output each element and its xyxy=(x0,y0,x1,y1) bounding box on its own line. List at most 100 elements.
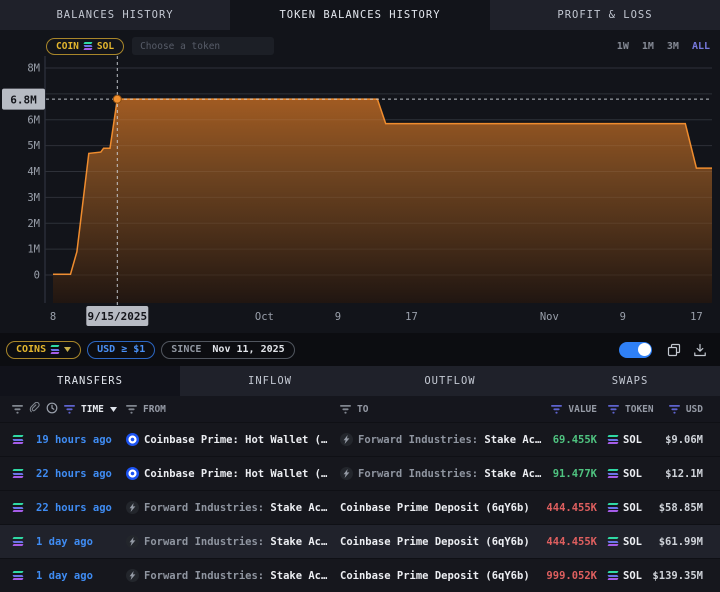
range-1m[interactable]: 1M xyxy=(642,41,654,52)
coinbase-icon xyxy=(126,467,139,480)
to-cell[interactable]: Forward Industries: Stake Ac… xyxy=(340,467,544,480)
balance-area-fill xyxy=(53,99,712,303)
sort-caret-icon xyxy=(110,404,117,415)
range-all[interactable]: ALL xyxy=(692,41,710,52)
time-range-selector: 1W 1M 3M ALL xyxy=(617,41,710,52)
range-3m[interactable]: 3M xyxy=(667,41,679,52)
y-tick-label: 5M xyxy=(27,140,40,152)
tab-profit-loss[interactable]: PROFIT & LOSS xyxy=(490,0,720,30)
since-filter-pill[interactable]: SINCE Nov 11, 2025 xyxy=(161,341,294,359)
sol-chain-icon xyxy=(0,571,36,580)
entity-name[interactable]: Coinbase Prime Deposit (6qY6b) xyxy=(340,570,530,582)
token-cell[interactable]: SOL xyxy=(600,434,650,446)
copy-icon[interactable] xyxy=(664,343,684,357)
table-header: TIME FROM TO VALUE TOKEN USD xyxy=(0,396,720,422)
range-1w[interactable]: 1W xyxy=(617,41,629,52)
time-filter-funnel-icon[interactable] xyxy=(64,405,75,414)
entity-name[interactable]: Coinbase Prime: Hot Wallet (… xyxy=(144,468,327,480)
download-icon[interactable] xyxy=(690,343,710,357)
from-cell[interactable]: Forward Industries: Stake Ac… xyxy=(126,569,340,582)
filter-funnel-icon[interactable] xyxy=(12,405,23,414)
time-link[interactable]: 1 day ago xyxy=(36,570,93,582)
forward-industries-icon xyxy=(340,467,353,480)
usd-amount: $61.99M xyxy=(659,536,703,548)
transfer-row[interactable]: 1 day ago Forward Industries: Stake Ac… … xyxy=(0,524,720,558)
svg-text:9/15/2025: 9/15/2025 xyxy=(87,310,147,323)
table-tab-inflow[interactable]: INFLOW xyxy=(180,366,360,396)
from-cell[interactable]: Forward Industries: Stake Ac… xyxy=(126,501,340,514)
coins-filter-pill[interactable]: COINS xyxy=(6,341,81,359)
sol-token-icon xyxy=(608,469,618,478)
col-header-from: FROM xyxy=(143,404,166,415)
entity-name[interactable]: Coinbase Prime: Hot Wallet (… xyxy=(144,434,327,446)
to-cell[interactable]: Coinbase Prime Deposit (6qY6b) xyxy=(340,570,544,582)
token-balance-chart[interactable]: 01M2M3M4M5M6M7M8M8Oct917Nov917 6.8M 9/15… xyxy=(0,56,720,333)
from-cell[interactable]: Coinbase Prime: Hot Wallet (… xyxy=(126,433,340,446)
entity-name[interactable]: Coinbase Prime Deposit (6qY6b) xyxy=(340,536,530,548)
tab-balances-history[interactable]: BALANCES HISTORY xyxy=(0,0,230,30)
x-tick-label: 8 xyxy=(50,311,56,323)
arkham-token-dashboard: BALANCES HISTORYTOKEN BALANCES HISTORYPR… xyxy=(0,0,720,592)
x-tick-label: 9 xyxy=(620,311,626,323)
transfer-row[interactable]: 22 hours ago Coinbase Prime: Hot Wallet … xyxy=(0,456,720,490)
usd-filter-pill[interactable]: USD ≥ $1 xyxy=(87,341,155,359)
token-cell[interactable]: SOL xyxy=(600,570,650,582)
transfer-row[interactable]: 22 hours ago Forward Industries: Stake A… xyxy=(0,490,720,524)
x-tick-label: 9 xyxy=(335,311,341,323)
table-tab-outflow[interactable]: OUTFLOW xyxy=(360,366,540,396)
coin-filter-pill[interactable]: COIN SOL xyxy=(46,38,124,55)
value-amount: 444.455K xyxy=(546,502,597,514)
view-tabbar: BALANCES HISTORYTOKEN BALANCES HISTORYPR… xyxy=(0,0,720,30)
usd-pill-label: USD ≥ $1 xyxy=(97,344,145,355)
entity-name[interactable]: Forward Industries: Stake Ac… xyxy=(144,536,327,548)
paperclip-icon[interactable] xyxy=(29,402,40,416)
col-header-usd: USD xyxy=(686,404,703,415)
tab-token-balances-history[interactable]: TOKEN BALANCES HISTORY xyxy=(230,0,490,30)
clock-icon[interactable] xyxy=(46,402,58,417)
col-header-time[interactable]: TIME xyxy=(81,404,104,415)
entity-name[interactable]: Forward Industries: Stake Ac… xyxy=(358,468,541,480)
from-cell[interactable]: Coinbase Prime: Hot Wallet (… xyxy=(126,467,340,480)
entity-name[interactable]: Coinbase Prime Deposit (6qY6b) xyxy=(340,502,530,514)
to-cell[interactable]: Coinbase Prime Deposit (6qY6b) xyxy=(340,502,544,514)
chevron-down-icon xyxy=(64,344,71,355)
col-header-to: TO xyxy=(357,404,368,415)
token-symbol: SOL xyxy=(623,468,642,480)
time-link[interactable]: 22 hours ago xyxy=(36,468,112,480)
sol-token-icon xyxy=(608,537,618,546)
sol-token-icon xyxy=(608,571,618,580)
entity-name[interactable]: Forward Industries: Stake Ac… xyxy=(358,434,541,446)
token-cell[interactable]: SOL xyxy=(600,536,650,548)
time-link[interactable]: 22 hours ago xyxy=(36,502,112,514)
token-cell[interactable]: SOL xyxy=(600,468,650,480)
to-cell[interactable]: Forward Industries: Stake Ac… xyxy=(340,433,544,446)
token-search-input[interactable] xyxy=(132,37,274,55)
from-filter-funnel-icon[interactable] xyxy=(126,405,137,414)
usd-filter-funnel-icon[interactable] xyxy=(669,405,680,414)
y-tick-label: 0 xyxy=(34,270,40,282)
y-tick-label: 1M xyxy=(27,244,40,256)
table-tab-swaps[interactable]: SWAPS xyxy=(540,366,720,396)
entity-name[interactable]: Forward Industries: Stake Ac… xyxy=(144,502,327,514)
token-filter-funnel-icon[interactable] xyxy=(608,405,619,414)
entity-name[interactable]: Forward Industries: Stake Ac… xyxy=(144,570,327,582)
since-pill-date: Nov 11, 2025 xyxy=(212,344,284,355)
to-filter-funnel-icon[interactable] xyxy=(340,405,351,414)
y-tick-label: 2M xyxy=(27,218,40,230)
transfer-row[interactable]: 19 hours ago Coinbase Prime: Hot Wallet … xyxy=(0,422,720,456)
chart-section: COIN SOL 1W1M3MALL 01M2M3M4M5M6M7M8M8Oct… xyxy=(0,30,720,333)
col-header-to-group: TO xyxy=(340,404,544,415)
y-tick-label: 3M xyxy=(27,192,40,204)
forward-industries-icon xyxy=(340,433,353,446)
time-link[interactable]: 1 day ago xyxy=(36,536,93,548)
sol-logo-icon xyxy=(13,503,23,512)
table-tab-transfers[interactable]: TRANSFERS xyxy=(0,366,180,396)
to-cell[interactable]: Coinbase Prime Deposit (6qY6b) xyxy=(340,536,544,548)
value-filter-funnel-icon[interactable] xyxy=(551,405,562,414)
transfer-row[interactable]: 1 day ago Forward Industries: Stake Ac… … xyxy=(0,558,720,592)
time-link[interactable]: 19 hours ago xyxy=(36,434,112,446)
from-cell[interactable]: Forward Industries: Stake Ac… xyxy=(126,535,340,548)
token-cell[interactable]: SOL xyxy=(600,502,650,514)
sol-logo-icon xyxy=(13,571,23,580)
usd-toggle[interactable] xyxy=(619,342,652,358)
